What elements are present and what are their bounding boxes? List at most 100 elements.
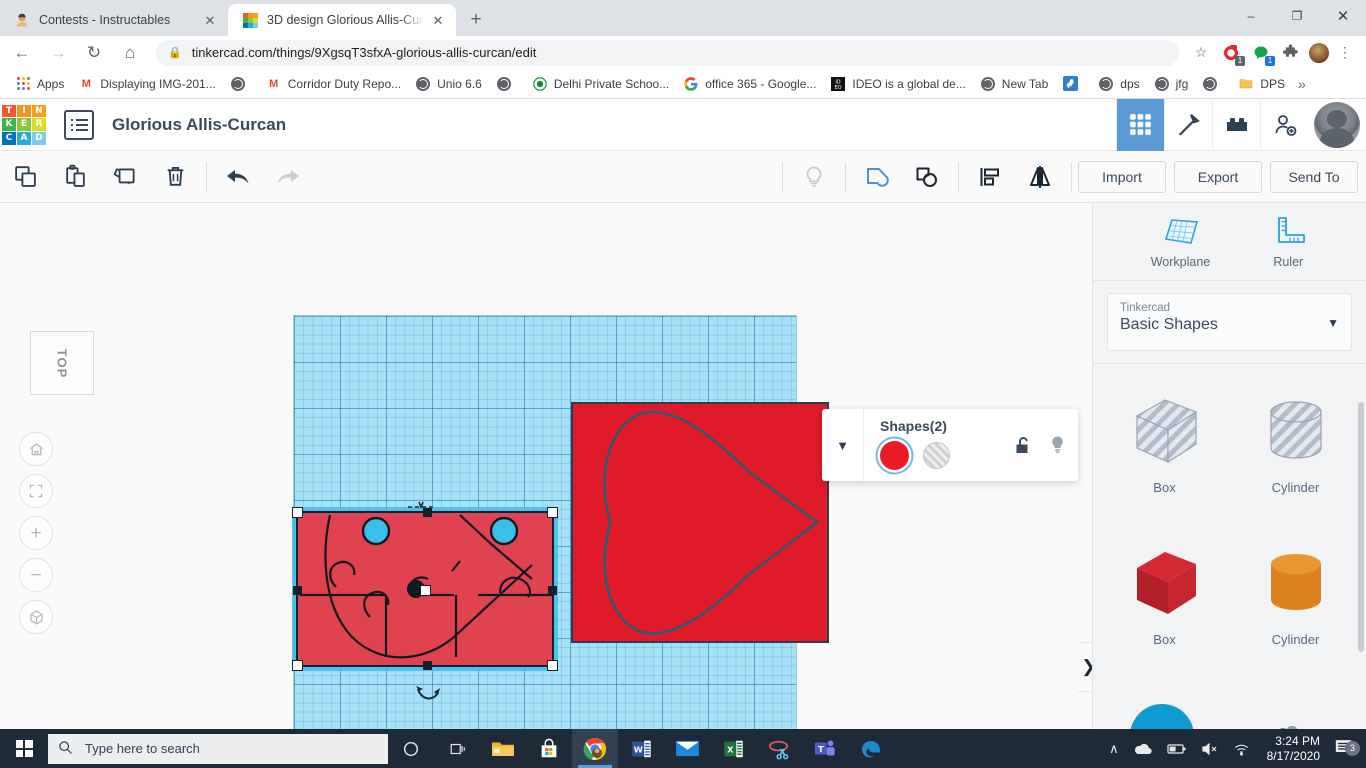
undo-icon[interactable] bbox=[213, 151, 263, 203]
puzzle-icon[interactable] bbox=[1277, 40, 1303, 66]
unlock-icon[interactable] bbox=[1014, 436, 1031, 460]
duplicate-icon[interactable] bbox=[100, 151, 150, 203]
bookmark-unio[interactable]: Unio 6.6 bbox=[408, 72, 489, 96]
shape-library-list[interactable]: Box Cylinder Box Cylinder bbox=[1093, 363, 1366, 729]
cortana-icon[interactable] bbox=[388, 729, 434, 768]
taskbar-search-input[interactable]: Type here to search bbox=[48, 733, 388, 764]
tinkercad-logo-icon[interactable]: T I N K E R C A D bbox=[2, 104, 46, 145]
invite-person-icon[interactable] bbox=[1260, 98, 1308, 151]
orthographic-toggle-button[interactable] bbox=[19, 600, 53, 634]
taskbar-clock[interactable]: 3:24 PM 8/17/2020 bbox=[1257, 734, 1330, 764]
resize-handle-bottom-left[interactable] bbox=[292, 660, 303, 671]
ungroup-icon[interactable] bbox=[902, 151, 952, 203]
task-view-icon[interactable] bbox=[434, 729, 480, 768]
design-canvas[interactable]: Workplane bbox=[0, 203, 1092, 729]
bookmark-jfg[interactable]: jfg bbox=[1147, 72, 1196, 96]
bookmark-folder-dps[interactable]: DPS bbox=[1231, 72, 1292, 96]
copy-icon[interactable] bbox=[0, 151, 50, 203]
show-hidden-icons-button[interactable]: ∧ bbox=[1102, 741, 1126, 757]
zoom-in-button[interactable]: + bbox=[19, 516, 53, 550]
send-to-button[interactable]: Send To bbox=[1270, 160, 1358, 193]
mirror-icon[interactable] bbox=[1015, 151, 1065, 203]
lightbulb-icon[interactable] bbox=[789, 151, 839, 203]
resize-handle-top-left[interactable] bbox=[292, 507, 303, 518]
extension-icon-green[interactable]: 1 bbox=[1248, 40, 1275, 66]
heart-shape-object[interactable] bbox=[571, 402, 829, 643]
redo-icon[interactable] bbox=[263, 151, 313, 203]
project-list-icon[interactable] bbox=[64, 109, 94, 140]
import-button[interactable]: Import bbox=[1078, 160, 1166, 193]
hole-swatch[interactable] bbox=[923, 442, 950, 469]
fit-to-view-button[interactable] bbox=[19, 474, 53, 508]
shape-cylinder-hole[interactable]: Cylinder bbox=[1234, 378, 1357, 530]
shape-box-red[interactable]: Box bbox=[1103, 530, 1226, 682]
bookmark-office365[interactable]: office 365 - Google... bbox=[676, 72, 823, 96]
windows-logo-icon[interactable] bbox=[0, 729, 48, 768]
bookmark-delhi-private-school[interactable]: Delhi Private Schoo... bbox=[525, 72, 676, 96]
paste-icon[interactable] bbox=[50, 151, 100, 203]
solid-color-swatch[interactable] bbox=[880, 441, 909, 470]
profile-avatar[interactable] bbox=[1309, 42, 1329, 63]
window-maximize-button[interactable]: ❐ bbox=[1274, 0, 1320, 32]
volume-muted-icon[interactable] bbox=[1194, 742, 1226, 756]
bookmark-globe-2[interactable] bbox=[489, 72, 525, 96]
shape-library-select[interactable]: Tinkercad Basic Shapes ▼ bbox=[1107, 293, 1352, 351]
shape-cylinder-orange[interactable]: Cylinder bbox=[1234, 530, 1357, 682]
bookmark-displaying-img[interactable]: M Displaying IMG-201... bbox=[71, 72, 222, 96]
codeblocks-hammer-icon[interactable] bbox=[1164, 98, 1212, 151]
bookmarks-overflow-button[interactable]: » bbox=[1292, 76, 1312, 92]
lightbulb-icon[interactable] bbox=[1049, 435, 1066, 460]
shape-panel-scrollbar[interactable] bbox=[1358, 402, 1364, 652]
align-icon[interactable] bbox=[965, 151, 1015, 203]
back-icon[interactable]: ← bbox=[8, 39, 36, 67]
browser-tab-1[interactable]: Contests - Instructables ✕ bbox=[0, 4, 228, 36]
height-arrow-handle[interactable] bbox=[406, 499, 436, 511]
group-icon[interactable] bbox=[852, 151, 902, 203]
browser-tab-1-close[interactable]: ✕ bbox=[202, 12, 218, 28]
resize-handle-bottom-right[interactable] bbox=[547, 660, 558, 671]
address-bar[interactable]: 🔒 tinkercad.com/things/9XgsqT3sfxA-glori… bbox=[156, 39, 1179, 66]
snipping-tool-icon[interactable] bbox=[756, 729, 802, 768]
resize-handle-bottom-mid[interactable] bbox=[423, 661, 432, 670]
word-icon[interactable]: W bbox=[618, 729, 664, 768]
shape-box-hole[interactable]: Box bbox=[1103, 378, 1226, 530]
ruler-tool[interactable]: Ruler bbox=[1268, 215, 1308, 269]
google-chrome-icon[interactable] bbox=[572, 729, 618, 768]
mail-icon[interactable] bbox=[664, 729, 710, 768]
chrome-menu-icon[interactable]: ⋮ bbox=[1332, 40, 1358, 66]
notifications-button[interactable]: 3 bbox=[1330, 738, 1366, 760]
shape-misc-grey[interactable] bbox=[1234, 682, 1357, 729]
forward-icon[interactable]: → bbox=[44, 39, 72, 67]
selected-shape-object[interactable] bbox=[292, 507, 558, 671]
microsoft-store-icon[interactable] bbox=[526, 729, 572, 768]
bookmark-flamingo[interactable] bbox=[1055, 72, 1091, 96]
extension-icon-red[interactable]: 1 bbox=[1218, 40, 1245, 66]
home-icon[interactable]: ⌂ bbox=[116, 39, 144, 67]
edge-icon[interactable] bbox=[848, 729, 894, 768]
bookmark-ideo[interactable]: ID EO IDEO is a global de... bbox=[823, 72, 972, 96]
bookmark-apps[interactable]: Apps bbox=[8, 72, 71, 96]
resize-handle-right-mid[interactable] bbox=[548, 586, 557, 595]
reload-icon[interactable]: ↻ bbox=[80, 39, 108, 67]
home-view-button[interactable] bbox=[19, 432, 53, 466]
rotate-handle[interactable] bbox=[415, 684, 441, 706]
window-minimize-button[interactable]: – bbox=[1228, 0, 1274, 32]
height-handle-center[interactable] bbox=[420, 585, 431, 596]
new-tab-button[interactable]: + bbox=[462, 6, 490, 34]
wifi-icon[interactable] bbox=[1226, 742, 1257, 756]
delete-icon[interactable] bbox=[150, 151, 200, 203]
blocks-grid-icon[interactable] bbox=[1116, 98, 1164, 151]
panel-collapse-toggle[interactable]: ❯ bbox=[1078, 642, 1092, 692]
zoom-out-button[interactable]: − bbox=[19, 558, 53, 592]
browser-tab-2[interactable]: 3D design Glorious Allis-Curcan | ✕ bbox=[228, 4, 456, 36]
browser-tab-2-close[interactable]: ✕ bbox=[430, 12, 446, 28]
shapes-popup-collapse-caret[interactable]: ▼ bbox=[822, 409, 864, 481]
bookmark-globe-1[interactable] bbox=[223, 72, 259, 96]
bookmark-star-icon[interactable]: ☆ bbox=[1188, 40, 1214, 66]
bookmark-globe-3[interactable] bbox=[1195, 72, 1231, 96]
bookmark-dps-lower[interactable]: dps bbox=[1091, 72, 1146, 96]
shapes-inspector-popup[interactable]: ▼ Shapes(2) bbox=[822, 409, 1078, 481]
teams-icon[interactable]: T bbox=[802, 729, 848, 768]
excel-icon[interactable]: X bbox=[710, 729, 756, 768]
avatar[interactable] bbox=[1314, 101, 1360, 148]
